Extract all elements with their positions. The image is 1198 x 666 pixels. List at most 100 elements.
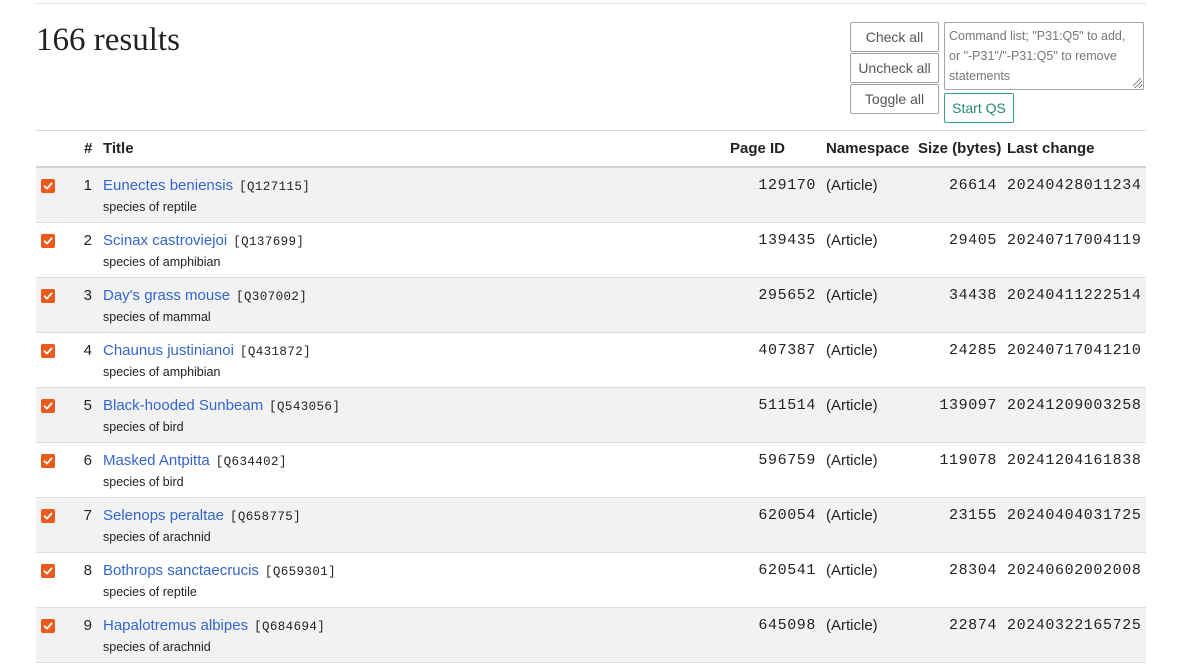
- checkmark-icon: [43, 622, 53, 630]
- row-namespace: (Article): [826, 287, 878, 304]
- row-title-link[interactable]: Selenops peraltae: [103, 507, 224, 524]
- row-checkbox[interactable]: [41, 344, 55, 358]
- row-description: species of reptile: [103, 200, 197, 214]
- row-page-id: 129170: [758, 177, 816, 194]
- column-header-page-id: Page ID: [730, 140, 786, 157]
- toggle-all-button[interactable]: Toggle all: [850, 84, 939, 114]
- row-title-wrap: Day's grass mouse [Q307002]: [103, 287, 307, 306]
- row-title-link[interactable]: Scinax castroviejoi: [103, 232, 227, 249]
- row-title-wrap: Selenops peraltae [Q658775]: [103, 507, 301, 526]
- table-row: 4 Chaunus justinianoi [Q431872] species of …: [36, 333, 1146, 388]
- start-qs-button[interactable]: Start QS: [944, 93, 1014, 123]
- table-row: 3 Day's grass mouse [Q307002] species of ma…: [36, 278, 1146, 333]
- row-size: 29405: [948, 232, 997, 249]
- row-title-link[interactable]: Masked Antpitta: [103, 452, 210, 469]
- row-checkbox[interactable]: [41, 234, 55, 248]
- row-title-wrap: Scinax castroviejoi [Q137699]: [103, 232, 304, 251]
- row-size: 24285: [948, 342, 997, 359]
- table-row: 9 Hapalotremus albipes [Q684694] species of…: [36, 608, 1146, 663]
- row-title-link[interactable]: Eunectes beniensis: [103, 177, 233, 194]
- row-description: species of amphibian: [103, 365, 221, 379]
- row-checkbox[interactable]: [41, 454, 55, 468]
- row-title-wrap: Chaunus justinianoi [Q431872]: [103, 342, 311, 361]
- row-page-id: 620541: [758, 562, 816, 579]
- row-qid: [Q431872]: [239, 345, 312, 359]
- column-header-title: Title: [103, 140, 134, 157]
- table-body: 1 Eunectes beniensis [Q127115] species of r…: [36, 168, 1146, 663]
- checkmark-icon: [43, 347, 53, 355]
- row-title-wrap: Hapalotremus albipes [Q684694]: [103, 617, 325, 636]
- table-header: # Title Page ID Namespace Size (bytes) L…: [36, 131, 1146, 168]
- table-row: 2 Scinax castroviejoi [Q137699] species of …: [36, 223, 1146, 278]
- checkmark-icon: [43, 512, 53, 520]
- row-namespace: (Article): [826, 342, 878, 359]
- row-last-change: 20240717041210: [1007, 342, 1142, 359]
- row-description: species of mammal: [103, 310, 211, 324]
- command-list-input[interactable]: [944, 22, 1144, 90]
- row-description: species of arachnid: [103, 640, 211, 654]
- row-description: species of bird: [103, 420, 184, 434]
- checkmark-icon: [43, 402, 53, 410]
- row-title-link[interactable]: Day's grass mouse: [103, 287, 230, 304]
- row-checkbox[interactable]: [41, 179, 55, 193]
- row-qid: [Q634402]: [215, 455, 287, 469]
- row-last-change: 20241209003258: [1007, 397, 1142, 414]
- row-size: 26614: [948, 177, 997, 194]
- row-qid: [Q137699]: [233, 235, 305, 249]
- row-last-change: 20240602002008: [1007, 562, 1142, 579]
- row-title-link[interactable]: Bothrops sanctaecrucis: [103, 562, 259, 579]
- row-qid: [Q684694]: [254, 620, 326, 634]
- row-size: 139097: [939, 397, 997, 414]
- row-size: 23155: [948, 507, 997, 524]
- checkmark-icon: [43, 567, 53, 575]
- column-header-number: #: [84, 140, 93, 157]
- row-last-change: 20241204161838: [1007, 452, 1142, 469]
- row-page-id: 511514: [758, 397, 816, 414]
- checkmark-icon: [43, 457, 53, 465]
- row-namespace: (Article): [826, 232, 878, 249]
- row-number: 1: [83, 177, 92, 194]
- row-size: 119078: [939, 452, 997, 469]
- table-row: 8 Bothrops sanctaecrucis [Q659301] species …: [36, 553, 1146, 608]
- table-row: 5 Black-hooded Sunbeam [Q543056] species of…: [36, 388, 1146, 443]
- row-page-id: 295652: [758, 287, 816, 304]
- row-number: 3: [83, 287, 92, 304]
- uncheck-all-button[interactable]: Uncheck all: [850, 53, 939, 83]
- row-last-change: 20240411222514: [1007, 287, 1142, 304]
- check-all-button[interactable]: Check all: [850, 22, 939, 52]
- row-checkbox[interactable]: [41, 399, 55, 413]
- row-size: 34438: [948, 287, 997, 304]
- table-row: 1 Eunectes beniensis [Q127115] species of r…: [36, 168, 1146, 223]
- column-header-namespace: Namespace: [826, 140, 910, 157]
- row-checkbox[interactable]: [41, 289, 55, 303]
- table-row: 6 Masked Antpitta [Q634402] species of bird…: [36, 443, 1146, 498]
- row-number: 4: [83, 342, 92, 359]
- row-last-change: 20240322165725: [1007, 617, 1142, 634]
- row-number: 6: [83, 452, 92, 469]
- row-number: 2: [83, 232, 92, 249]
- row-checkbox[interactable]: [41, 619, 55, 633]
- row-qid: [Q307002]: [236, 290, 308, 304]
- row-checkbox[interactable]: [41, 509, 55, 523]
- row-qid: [Q658775]: [229, 510, 302, 524]
- row-namespace: (Article): [826, 507, 878, 524]
- row-title-link[interactable]: Chaunus justinianoi: [103, 342, 234, 359]
- row-title-link[interactable]: Hapalotremus albipes: [103, 617, 248, 634]
- row-title-wrap: Eunectes beniensis [Q127115]: [103, 177, 310, 196]
- row-description: species of arachnid: [103, 530, 211, 544]
- row-number: 7: [83, 507, 92, 524]
- column-header-last-change: Last change: [1007, 140, 1095, 157]
- row-namespace: (Article): [826, 562, 878, 579]
- row-last-change: 20240717004119: [1007, 232, 1142, 249]
- row-page-id: 596759: [758, 452, 816, 469]
- row-number: 9: [83, 617, 92, 634]
- row-description: species of bird: [103, 475, 184, 489]
- row-checkbox[interactable]: [41, 564, 55, 578]
- checkmark-icon: [43, 182, 53, 190]
- results-count-heading: 166 results: [36, 22, 180, 58]
- table-row: 7 Selenops peraltae [Q658775] species of ar…: [36, 498, 1146, 553]
- row-title-link[interactable]: Black-hooded Sunbeam: [103, 397, 263, 414]
- row-size: 28304: [948, 562, 997, 579]
- row-qid: [Q659301]: [264, 565, 337, 579]
- row-size: 22874: [948, 617, 997, 634]
